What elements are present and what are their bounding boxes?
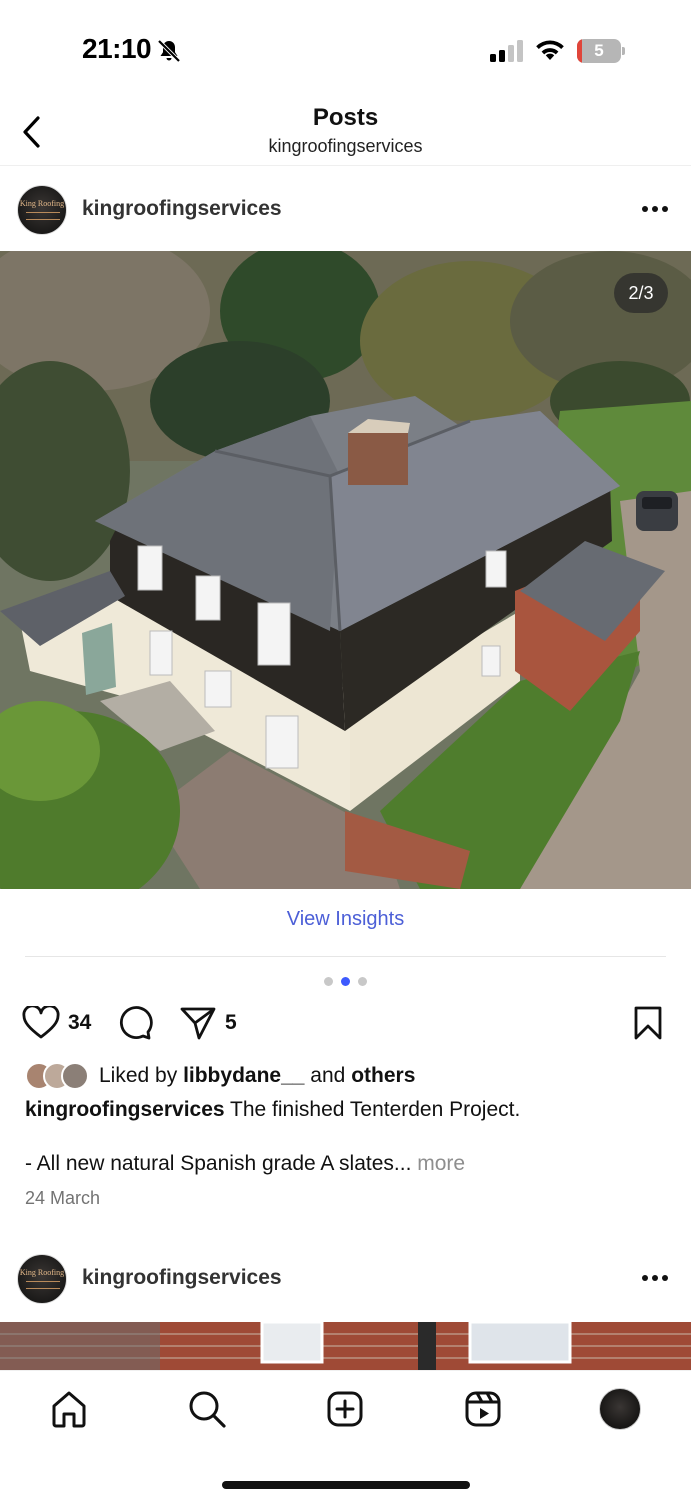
reels-icon: [465, 1391, 501, 1427]
divider: [25, 956, 666, 957]
status-time: 21:10: [82, 33, 152, 64]
ellipsis-icon: [642, 1275, 668, 1281]
comment-icon: [119, 1006, 153, 1040]
send-icon: [180, 1007, 216, 1040]
nav-new-post[interactable]: [323, 1387, 367, 1431]
post-photo[interactable]: [0, 251, 691, 889]
home-indicator: [222, 1481, 470, 1489]
bookmark-icon: [634, 1006, 662, 1040]
house-roof-photo: [0, 251, 691, 889]
liker-avatar: [61, 1062, 89, 1090]
post-caption: kingroofingservices The finished Tenterd…: [25, 1096, 665, 1124]
liked-by-text: Liked by libbydane__ and others: [99, 1064, 416, 1087]
carousel-dots: [324, 977, 368, 987]
ellipsis-icon: [642, 206, 668, 212]
page-title: Posts: [312, 104, 379, 131]
caption-username[interactable]: kingroofingservices: [25, 1098, 225, 1121]
avatar[interactable]: King Roofing: [17, 185, 67, 235]
brick-wall-photo: [0, 1322, 691, 1370]
liker-username[interactable]: libbydane__: [183, 1064, 304, 1087]
caption-detail: - All new natural Spanish grade A slates…: [25, 1152, 466, 1175]
search-icon: [189, 1391, 226, 1428]
battery-icon: 5: [577, 39, 625, 63]
view-insights-link[interactable]: View Insights: [0, 908, 691, 931]
liked-by-others[interactable]: others: [351, 1064, 415, 1087]
page-subtitle: kingroofingservices: [268, 136, 423, 156]
share-button[interactable]: 5: [179, 1003, 237, 1043]
post-username[interactable]: kingroofingservices: [82, 197, 282, 221]
profile-avatar: [599, 1388, 641, 1430]
like-count: 34: [68, 1011, 92, 1034]
avatar[interactable]: King Roofing: [17, 1254, 67, 1304]
image-counter-badge: 2/3: [614, 273, 668, 313]
avatar-logo-text: King Roofing: [19, 199, 65, 208]
next-post-header: King Roofing kingroofingservices: [0, 1237, 691, 1321]
comment-button[interactable]: [117, 1003, 153, 1043]
save-button[interactable]: [632, 1003, 664, 1043]
bottom-nav: [0, 1370, 691, 1500]
post-date: 24 March: [25, 1188, 101, 1208]
nav-home[interactable]: [47, 1387, 91, 1431]
liked-by-row[interactable]: Liked by libbydane__ and others: [25, 1061, 415, 1091]
signal-icon: [490, 40, 523, 62]
heart-icon: [22, 1006, 60, 1039]
next-post-photo[interactable]: [0, 1322, 691, 1370]
more-options-button[interactable]: [636, 1263, 674, 1293]
carousel-dot: [324, 977, 333, 986]
nav-reels[interactable]: [461, 1387, 505, 1431]
avatar-logo-text: King Roofing: [19, 1268, 65, 1277]
new-post-icon: [327, 1391, 363, 1427]
home-icon: [52, 1391, 86, 1428]
caption-text: The finished Tenterden Project.: [230, 1098, 521, 1121]
post-header: King Roofing kingroofingservices: [0, 168, 691, 252]
bell-slash-icon: [157, 39, 181, 63]
wifi-icon: [536, 40, 564, 60]
share-count: 5: [225, 1011, 237, 1034]
top-header: Posts kingroofingservices: [0, 100, 691, 166]
nav-profile[interactable]: [598, 1387, 642, 1431]
carousel-dot-active: [341, 977, 350, 986]
like-button[interactable]: 34: [22, 1003, 91, 1043]
next-post-username[interactable]: kingroofingservices: [82, 1266, 282, 1290]
caption-more-link[interactable]: more: [417, 1152, 465, 1175]
more-options-button[interactable]: [636, 194, 674, 224]
battery-level: 5: [594, 41, 604, 60]
nav-search[interactable]: [185, 1387, 229, 1431]
status-bar: 21:10 5: [0, 0, 691, 100]
carousel-dot: [358, 977, 367, 986]
